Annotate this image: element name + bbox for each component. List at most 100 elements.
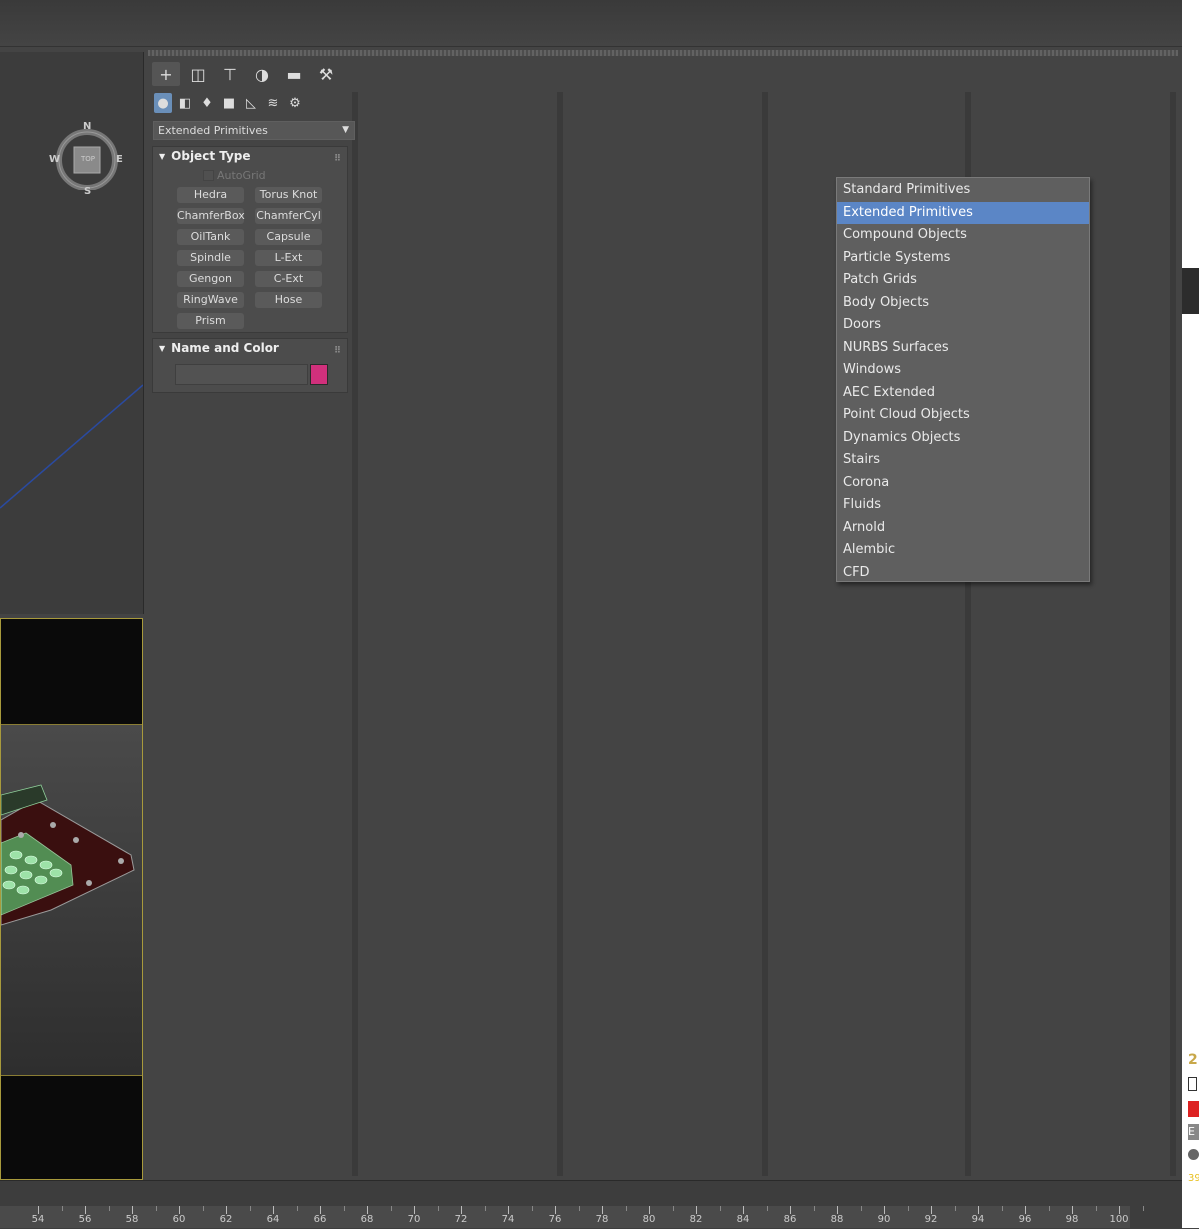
- helpers-icon: ◺: [246, 95, 256, 111]
- geometry-tab[interactable]: ●: [154, 93, 172, 113]
- viewport-top[interactable]: TOP N S E W: [0, 52, 144, 614]
- gengon-button[interactable]: Gengon: [177, 271, 244, 287]
- menu-item-doors[interactable]: Doors: [837, 314, 1089, 337]
- cameras-tab[interactable]: ■: [220, 93, 238, 113]
- menu-item-arnold[interactable]: Arnold: [837, 517, 1089, 540]
- prism-button[interactable]: Prism: [177, 313, 244, 329]
- panel-column-divider: [557, 92, 563, 1176]
- viewcube-compass[interactable]: TOP N S E W: [49, 121, 123, 197]
- display-tab[interactable]: ▬: [280, 62, 308, 86]
- menu-item-compound-objects[interactable]: Compound Objects: [837, 224, 1089, 247]
- hierarchy-tab[interactable]: ⊤: [216, 62, 244, 86]
- timeline-tick: [226, 1206, 227, 1214]
- menu-item-cfd[interactable]: CFD: [837, 562, 1089, 585]
- shapes-tab[interactable]: ◧: [176, 93, 194, 113]
- circle-icon[interactable]: [1188, 1149, 1199, 1160]
- modify-tab[interactable]: ◫: [184, 62, 212, 86]
- shapes-icon: ◧: [178, 95, 192, 111]
- tray-text[interactable]: E: [1188, 1124, 1199, 1140]
- timeline-tick-label: 80: [642, 1214, 656, 1225]
- cameras-icon: ■: [222, 95, 236, 111]
- object-type-header[interactable]: ▼ Object Type ⠿: [153, 147, 347, 165]
- menu-item-patch-grids[interactable]: Patch Grids: [837, 269, 1089, 292]
- chamferbox-button[interactable]: ChamferBox: [177, 208, 245, 224]
- chamfercyl-button[interactable]: ChamferCyl: [255, 208, 322, 224]
- command-panel-tabs: + ◫ ⊤ ◑ ▬ ⚒: [152, 62, 340, 86]
- capsule-button[interactable]: Capsule: [255, 229, 322, 245]
- hedra-button[interactable]: Hedra: [177, 187, 244, 203]
- timeline-tick: [931, 1206, 932, 1214]
- menu-item-point-cloud-objects[interactable]: Point Cloud Objects: [837, 404, 1089, 427]
- grip-icon[interactable]: ⠿: [334, 342, 341, 360]
- menu-item-alembic[interactable]: Alembic: [837, 539, 1089, 562]
- timeline-minor-tick: [249, 1206, 251, 1211]
- timeline-tick-label: 54: [31, 1214, 45, 1225]
- menu-item-corona[interactable]: Corona: [837, 472, 1089, 495]
- timeline-tick: [508, 1206, 509, 1214]
- viewport-perspective[interactable]: [0, 618, 143, 1180]
- helpers-tab[interactable]: ◺: [242, 93, 260, 113]
- torus-knot-button[interactable]: Torus Knot: [255, 187, 322, 203]
- menu-item-stairs[interactable]: Stairs: [837, 449, 1089, 472]
- object-name-field[interactable]: [175, 364, 308, 385]
- track-bar[interactable]: 54 56 58 60 62 64 66 68 70 72 74 76 78 80 82 84 86 88 90 92…: [0, 1206, 1144, 1228]
- menu-item-extended-primitives[interactable]: Extended Primitives: [837, 201, 1089, 224]
- ringwave-button[interactable]: RingWave: [177, 292, 244, 308]
- timeline-minor-tick: [766, 1206, 768, 1211]
- timeline-minor-tick: [813, 1206, 815, 1211]
- menu-item-windows[interactable]: Windows: [837, 359, 1089, 382]
- timeline-minor-tick: [108, 1206, 110, 1211]
- timeline-tick: [696, 1206, 697, 1214]
- create-tab[interactable]: +: [152, 62, 180, 86]
- spindle-button[interactable]: Spindle: [177, 250, 244, 266]
- timeline-tick-label: 66: [313, 1214, 327, 1225]
- timeline-minor-tick: [860, 1206, 862, 1211]
- right-window-edge: [1182, 0, 1199, 1228]
- menu-item-dynamics-objects[interactable]: Dynamics Objects: [837, 427, 1089, 450]
- create-icon: +: [159, 64, 173, 84]
- systems-tab[interactable]: ⚙: [286, 93, 304, 113]
- right-edge-number: 2: [1188, 1052, 1198, 1068]
- red-badge-icon[interactable]: [1188, 1101, 1199, 1117]
- timeline-minor-tick: [531, 1206, 533, 1211]
- space-warps-tab[interactable]: ≋: [264, 93, 282, 113]
- geometry-icon: ●: [157, 95, 169, 111]
- timeline-minor-tick: [719, 1206, 721, 1211]
- timeline-tick: [179, 1206, 180, 1214]
- timeline-tick-label: 74: [501, 1214, 515, 1225]
- chevron-down-icon: ▼: [342, 125, 349, 135]
- timeline-tick: [85, 1206, 86, 1214]
- autogrid-checkbox[interactable]: AutoGrid: [203, 169, 266, 182]
- utilities-tab[interactable]: ⚒: [312, 62, 340, 86]
- menu-item-fluids[interactable]: Fluids: [837, 494, 1089, 517]
- grip-icon[interactable]: ⠿: [334, 150, 341, 168]
- viewcube-face-label: TOP: [81, 155, 96, 163]
- timeline-tick-label: 96: [1018, 1214, 1032, 1225]
- hose-button[interactable]: Hose: [255, 292, 322, 308]
- category-dropdown[interactable]: Extended Primitives ▼: [153, 121, 355, 140]
- name-and-color-header[interactable]: ▼ Name and Color ⠿: [153, 339, 347, 357]
- menu-item-particle-systems[interactable]: Particle Systems: [837, 247, 1089, 270]
- timeline-tick: [790, 1206, 791, 1214]
- timeline-minor-tick: [437, 1206, 439, 1211]
- menu-item-standard-primitives[interactable]: Standard Primitives: [837, 179, 1089, 202]
- timeline-tick-label: 100: [1109, 1214, 1129, 1225]
- timeline-tick: [649, 1206, 650, 1214]
- document-icon[interactable]: [1188, 1077, 1197, 1091]
- pcb-model: [0, 784, 135, 926]
- checkbox-box: [203, 170, 214, 181]
- lights-tab[interactable]: ♦: [198, 93, 216, 113]
- object-color-swatch[interactable]: [310, 364, 328, 385]
- l-ext-button[interactable]: L-Ext: [255, 250, 322, 266]
- menu-item-body-objects[interactable]: Body Objects: [837, 292, 1089, 315]
- menu-item-aec-extended[interactable]: AEC Extended: [837, 382, 1089, 405]
- compass-east: E: [116, 154, 123, 165]
- oiltank-button[interactable]: OilTank: [177, 229, 244, 245]
- timeline-tick-label: 72: [454, 1214, 468, 1225]
- panel-column-divider: [1170, 92, 1176, 1176]
- menu-item-nurbs-surfaces[interactable]: NURBS Surfaces: [837, 337, 1089, 360]
- motion-tab[interactable]: ◑: [248, 62, 276, 86]
- timeline-tick: [461, 1206, 462, 1214]
- c-ext-button[interactable]: C-Ext: [255, 271, 322, 287]
- timeline-tick: [555, 1206, 556, 1214]
